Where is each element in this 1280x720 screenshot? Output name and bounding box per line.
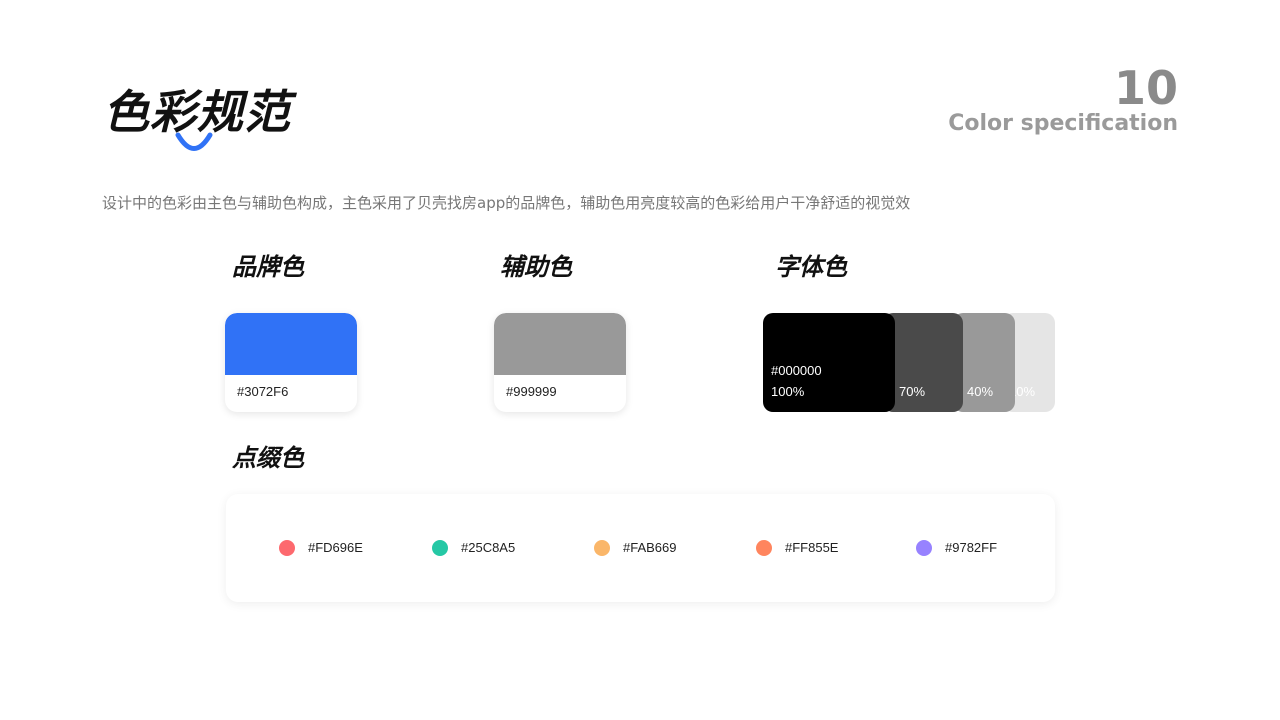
accent-color-dot (594, 540, 610, 556)
accent-color-dot (279, 540, 295, 556)
accent-color-dot (432, 540, 448, 556)
font-color-scale: 10% 40% 70% #000000 100% (763, 313, 1055, 412)
accent-color-item: #FF855E (756, 539, 838, 557)
brand-color-heading: 品牌色 (232, 253, 304, 281)
font-color-70-label: 70% (899, 384, 926, 399)
font-color-hex: #000000 (771, 363, 822, 378)
brand-color-swatch (225, 313, 357, 375)
font-color-70-block: 70% (883, 313, 963, 412)
font-color-heading: 字体色 (775, 253, 847, 281)
description-text: 设计中的色彩由主色与辅助色构成，主色采用了贝壳找房app的品牌色，辅助色用亮度较… (102, 194, 911, 212)
accent-color-item: #9782FF (916, 539, 997, 557)
accent-color-item: #25C8A5 (432, 539, 515, 557)
secondary-color-heading: 辅助色 (500, 253, 572, 281)
accent-color-heading: 点缀色 (232, 444, 304, 472)
smile-accent-icon (175, 132, 213, 151)
accent-color-panel: #FD696E #25C8A5 #FAB669 #FF855E #9782FF (226, 494, 1055, 602)
accent-color-item: #FAB669 (594, 539, 677, 557)
accent-color-hex: #9782FF (945, 540, 998, 555)
accent-color-hex: #FF855E (785, 540, 839, 555)
brand-color-hex: #3072F6 (237, 384, 289, 399)
accent-color-hex: #25C8A5 (461, 540, 516, 555)
secondary-color-card: #999999 (494, 313, 626, 412)
secondary-color-swatch (494, 313, 626, 375)
font-color-40-label: 40% (967, 384, 994, 399)
secondary-color-hex: #999999 (506, 384, 557, 399)
accent-color-item: #FD696E (279, 539, 363, 557)
page-number: 10 (1113, 61, 1178, 115)
page-subtitle: Color specification (948, 111, 1178, 136)
accent-color-dot (756, 540, 772, 556)
accent-color-hex: #FAB669 (623, 540, 677, 555)
font-color-100-label: 100% (771, 384, 805, 399)
font-color-100-block: #000000 100% (763, 313, 895, 412)
accent-color-dot (916, 540, 932, 556)
accent-color-hex: #FD696E (308, 540, 363, 555)
brand-color-card: #3072F6 (225, 313, 357, 412)
